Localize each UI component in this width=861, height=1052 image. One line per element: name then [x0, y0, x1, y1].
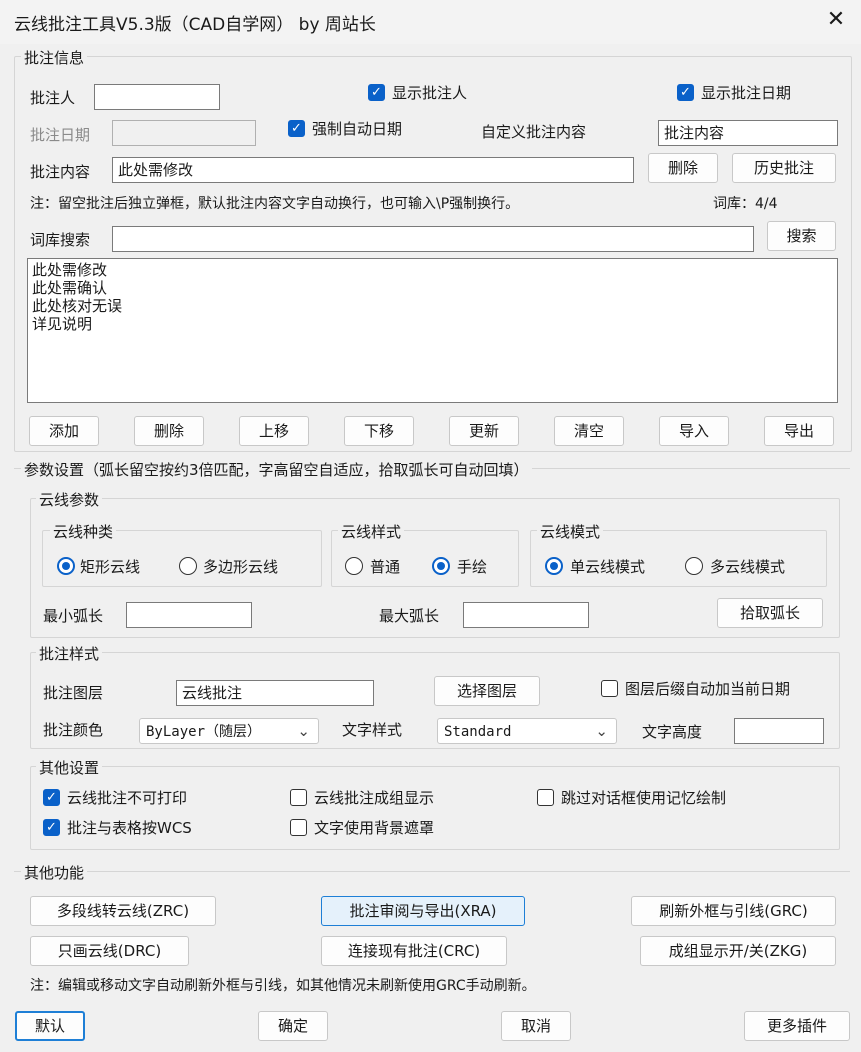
normal-style-label: 普通 — [370, 558, 401, 576]
single-mode-label: 单云线模式 — [570, 558, 646, 576]
list-item[interactable]: 此处需确认 — [32, 279, 833, 297]
cloud-type-legend: 云线种类 — [50, 521, 117, 542]
show-date-checkbox[interactable]: ✓ — [677, 84, 694, 101]
more-plugins-button[interactable]: 更多插件 — [744, 1011, 850, 1041]
radio-rect-cloud[interactable] — [57, 557, 75, 575]
radio-handdrawn-style[interactable] — [432, 557, 450, 575]
min-arc-input[interactable] — [126, 602, 252, 628]
chevron-down-icon: ⌄ — [595, 722, 608, 740]
polygon-cloud-label: 多边形云线 — [203, 558, 279, 576]
handdrawn-style-label: 手绘 — [457, 558, 488, 576]
text-style-label: 文字样式 — [342, 721, 403, 739]
show-annotator-label: 显示批注人 — [392, 84, 468, 102]
radio-multi-mode[interactable] — [685, 557, 703, 575]
other-settings-legend: 其他设置 — [36, 757, 103, 778]
default-button[interactable]: 默认 — [15, 1011, 85, 1041]
content-delete-button[interactable]: 删除 — [648, 153, 718, 183]
content-label: 批注内容 — [30, 163, 91, 181]
max-arc-label: 最大弧长 — [379, 607, 440, 625]
add-button[interactable]: 添加 — [29, 416, 99, 446]
library-search-input[interactable] — [112, 226, 754, 252]
group-display-checkbox[interactable] — [290, 789, 307, 806]
phrase-list[interactable]: 此处需修改 此处需确认 此处核对无误 详见说明 — [27, 258, 838, 403]
clear-button[interactable]: 清空 — [554, 416, 624, 446]
ok-button[interactable]: 确定 — [258, 1011, 328, 1041]
cloud-style-legend: 云线样式 — [338, 521, 405, 542]
xra-button[interactable]: 批注审阅与导出(XRA) — [321, 896, 525, 926]
max-arc-input[interactable] — [463, 602, 589, 628]
show-annotator-checkbox[interactable]: ✓ — [368, 84, 385, 101]
text-style-select[interactable]: Standard ⌄ — [437, 718, 617, 744]
force-auto-date-checkbox[interactable]: ✓ — [288, 120, 305, 137]
drc-button[interactable]: 只画云线(DRC) — [30, 936, 189, 966]
grc-button[interactable]: 刷新外框与引线(GRC) — [631, 896, 836, 926]
force-auto-date-label: 强制自动日期 — [312, 120, 403, 138]
group-display-label: 云线批注成组显示 — [314, 789, 435, 807]
cloud-mode-legend: 云线模式 — [537, 521, 604, 542]
move-up-button[interactable]: 上移 — [239, 416, 309, 446]
cancel-button[interactable]: 取消 — [501, 1011, 571, 1041]
color-select[interactable]: ByLayer（随层） ⌄ — [139, 718, 319, 744]
list-item[interactable]: 此处核对无误 — [32, 297, 833, 315]
text-mask-label: 文字使用背景遮罩 — [314, 819, 435, 837]
layer-date-suffix-label: 图层后缀自动加当前日期 — [625, 680, 791, 698]
history-button[interactable]: 历史批注 — [732, 153, 836, 183]
cloud-params-legend: 云线参数 — [36, 489, 103, 510]
crc-button[interactable]: 连接现有批注(CRC) — [321, 936, 507, 966]
functions-note: 注：编辑或移动文字自动刷新外框与引线，如其他情况未刷新使用GRC手动刷新。 — [30, 978, 536, 994]
min-arc-label: 最小弧长 — [43, 607, 104, 625]
show-date-label: 显示批注日期 — [701, 84, 792, 102]
search-button[interactable]: 搜索 — [767, 221, 836, 251]
content-note: 注：留空批注后独立弹框，默认批注内容文字自动换行，也可输入\P强制换行。 — [30, 196, 520, 212]
annotator-label: 批注人 — [30, 89, 76, 107]
text-style-value: Standard — [444, 724, 512, 740]
radio-single-mode[interactable] — [545, 557, 563, 575]
date-input[interactable] — [112, 120, 256, 146]
functions-divider — [14, 871, 850, 872]
annotator-input[interactable] — [94, 84, 220, 110]
import-button[interactable]: 导入 — [659, 416, 729, 446]
annotation-style-legend: 批注样式 — [36, 643, 103, 664]
select-layer-button[interactable]: 选择图层 — [434, 676, 540, 706]
list-item[interactable]: 此处需修改 — [32, 261, 833, 279]
layer-date-suffix-checkbox[interactable] — [601, 680, 618, 697]
search-label: 词库搜索 — [30, 231, 91, 249]
chevron-down-icon: ⌄ — [297, 722, 310, 740]
window-title: 云线批注工具V5.3版（CAD自学网） by 周站长 — [14, 15, 376, 35]
no-print-checkbox[interactable]: ✓ — [43, 789, 60, 806]
functions-legend: 其他功能 — [21, 862, 88, 883]
content-input[interactable]: 此处需修改 — [112, 157, 634, 183]
no-print-label: 云线批注不可打印 — [67, 789, 188, 807]
text-height-input[interactable] — [734, 718, 824, 744]
move-down-button[interactable]: 下移 — [344, 416, 414, 446]
radio-normal-style[interactable] — [345, 557, 363, 575]
skip-dialog-label: 跳过对话框使用记忆绘制 — [561, 789, 727, 807]
rect-cloud-label: 矩形云线 — [80, 558, 141, 576]
color-select-value: ByLayer（随层） — [146, 724, 262, 740]
update-button[interactable]: 更新 — [449, 416, 519, 446]
skip-dialog-checkbox[interactable] — [537, 789, 554, 806]
annotation-info-legend: 批注信息 — [21, 47, 88, 68]
text-height-label: 文字高度 — [642, 723, 703, 741]
text-mask-checkbox[interactable] — [290, 819, 307, 836]
pick-arc-button[interactable]: 拾取弧长 — [717, 598, 823, 628]
layer-input[interactable]: 云线批注 — [176, 680, 374, 706]
multi-mode-label: 多云线模式 — [710, 558, 786, 576]
layer-label: 批注图层 — [43, 684, 104, 702]
table-wcs-label: 批注与表格按WCS — [67, 819, 192, 837]
zkg-button[interactable]: 成组显示开/关(ZKG) — [640, 936, 836, 966]
zrc-button[interactable]: 多段线转云线(ZRC) — [30, 896, 216, 926]
list-delete-button[interactable]: 删除 — [134, 416, 204, 446]
color-label: 批注颜色 — [43, 721, 104, 739]
close-icon[interactable]: ✕ — [822, 6, 850, 34]
radio-polygon-cloud[interactable] — [179, 557, 197, 575]
custom-content-label: 自定义批注内容 — [481, 123, 587, 141]
date-label: 批注日期 — [30, 126, 91, 144]
library-count: 词库：4/4 — [713, 196, 778, 212]
params-legend: 参数设置（弧长留空按约3倍匹配，字高留空自适应，拾取弧长可自动回填） — [21, 459, 532, 480]
export-button[interactable]: 导出 — [764, 416, 834, 446]
table-wcs-checkbox[interactable]: ✓ — [43, 819, 60, 836]
custom-content-input[interactable]: 批注内容 — [658, 120, 838, 146]
list-item[interactable]: 详见说明 — [32, 315, 833, 333]
